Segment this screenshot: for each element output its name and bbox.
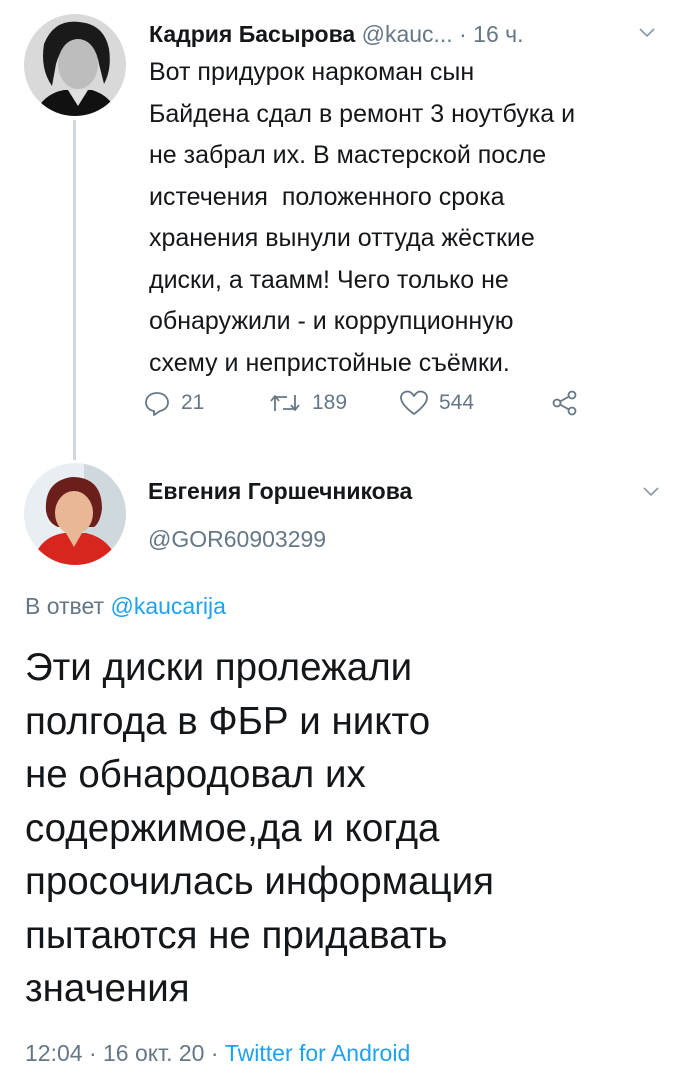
- tweet-text-line: Байдена сдал в ремонт 3 ноутбука и: [149, 99, 576, 128]
- tweet-text-line: схему и непристойные съёмки.: [149, 348, 510, 377]
- tweet-text-line: обнаружили - и коррупционную: [149, 307, 514, 335]
- separator: ·: [452, 21, 474, 47]
- reply-context: В ответ @kaucarija: [25, 593, 226, 620]
- tweet-text: Вот придурок наркоман сын Байдена сдал в…: [149, 52, 669, 384]
- reply-button[interactable]: 21: [143, 383, 204, 423]
- chevron-down-icon[interactable]: [641, 481, 661, 501]
- tweet-text-line: просочилась информация: [25, 860, 494, 903]
- tweet-text-line: пытаются не придавать: [25, 913, 448, 957]
- tweet-text-line: Эти диски пролежали: [25, 646, 413, 689]
- retweet-button[interactable]: 189: [268, 383, 347, 423]
- like-button[interactable]: 544: [399, 383, 474, 423]
- tweet-timestamp: 12:04 · 16 окт. 20 ·: [25, 1040, 225, 1066]
- thread-connector-line: [73, 120, 76, 460]
- tweet-text-line: полгода в ФБР и никто: [25, 699, 431, 743]
- tweet-text-line: диски, а таамм! Чего только не: [149, 265, 509, 294]
- share-icon: [551, 389, 579, 417]
- tweet-text: Эти диски пролежали полгода в ФБР и никт…: [25, 641, 665, 1016]
- tweet-text-line: содержимое,да и когда: [25, 806, 440, 850]
- tweet-time[interactable]: 16 ч.: [473, 21, 523, 47]
- tweet-actions: 21 189 544: [143, 383, 603, 423]
- avatar[interactable]: [24, 463, 126, 565]
- tweet-text-line: значения: [25, 967, 190, 1010]
- reply-mention-link[interactable]: @kaucarija: [110, 593, 225, 619]
- reply-icon: [143, 389, 171, 417]
- author-handle[interactable]: @kauc...: [362, 21, 453, 47]
- author-handle[interactable]: @GOR60903299: [148, 526, 326, 553]
- author-name[interactable]: Кадрия Басырова: [149, 21, 355, 47]
- share-button[interactable]: [551, 383, 579, 423]
- tweet-text-line: хранения вынули оттуда жёсткие: [149, 224, 535, 252]
- author-name[interactable]: Евгения Горшечникова: [148, 478, 412, 505]
- reply-count: 21: [181, 391, 205, 414]
- tweet-text-line: Вот придурок наркоман сын: [149, 58, 475, 86]
- heart-icon: [399, 389, 429, 417]
- chevron-down-icon[interactable]: [637, 22, 657, 42]
- tweet-text-line: не обнародовал их: [25, 753, 366, 796]
- reply-prefix: В ответ: [25, 593, 111, 619]
- retweet-icon: [268, 389, 302, 417]
- tweet-source-link[interactable]: Twitter for Android: [225, 1040, 410, 1066]
- like-count: 544: [439, 391, 475, 414]
- tweet-text-line: истечения положенного срока: [149, 182, 505, 211]
- avatar[interactable]: [24, 14, 126, 116]
- retweet-count: 189: [312, 391, 348, 414]
- tweet-text-line: не забрал их. В мастерской после: [149, 141, 547, 169]
- tweet-metadata: 12:04 · 16 окт. 20 · Twitter for Android: [25, 1040, 410, 1067]
- tweet-header: Кадрия Басырова @kauc... · 16 ч.: [149, 14, 669, 54]
